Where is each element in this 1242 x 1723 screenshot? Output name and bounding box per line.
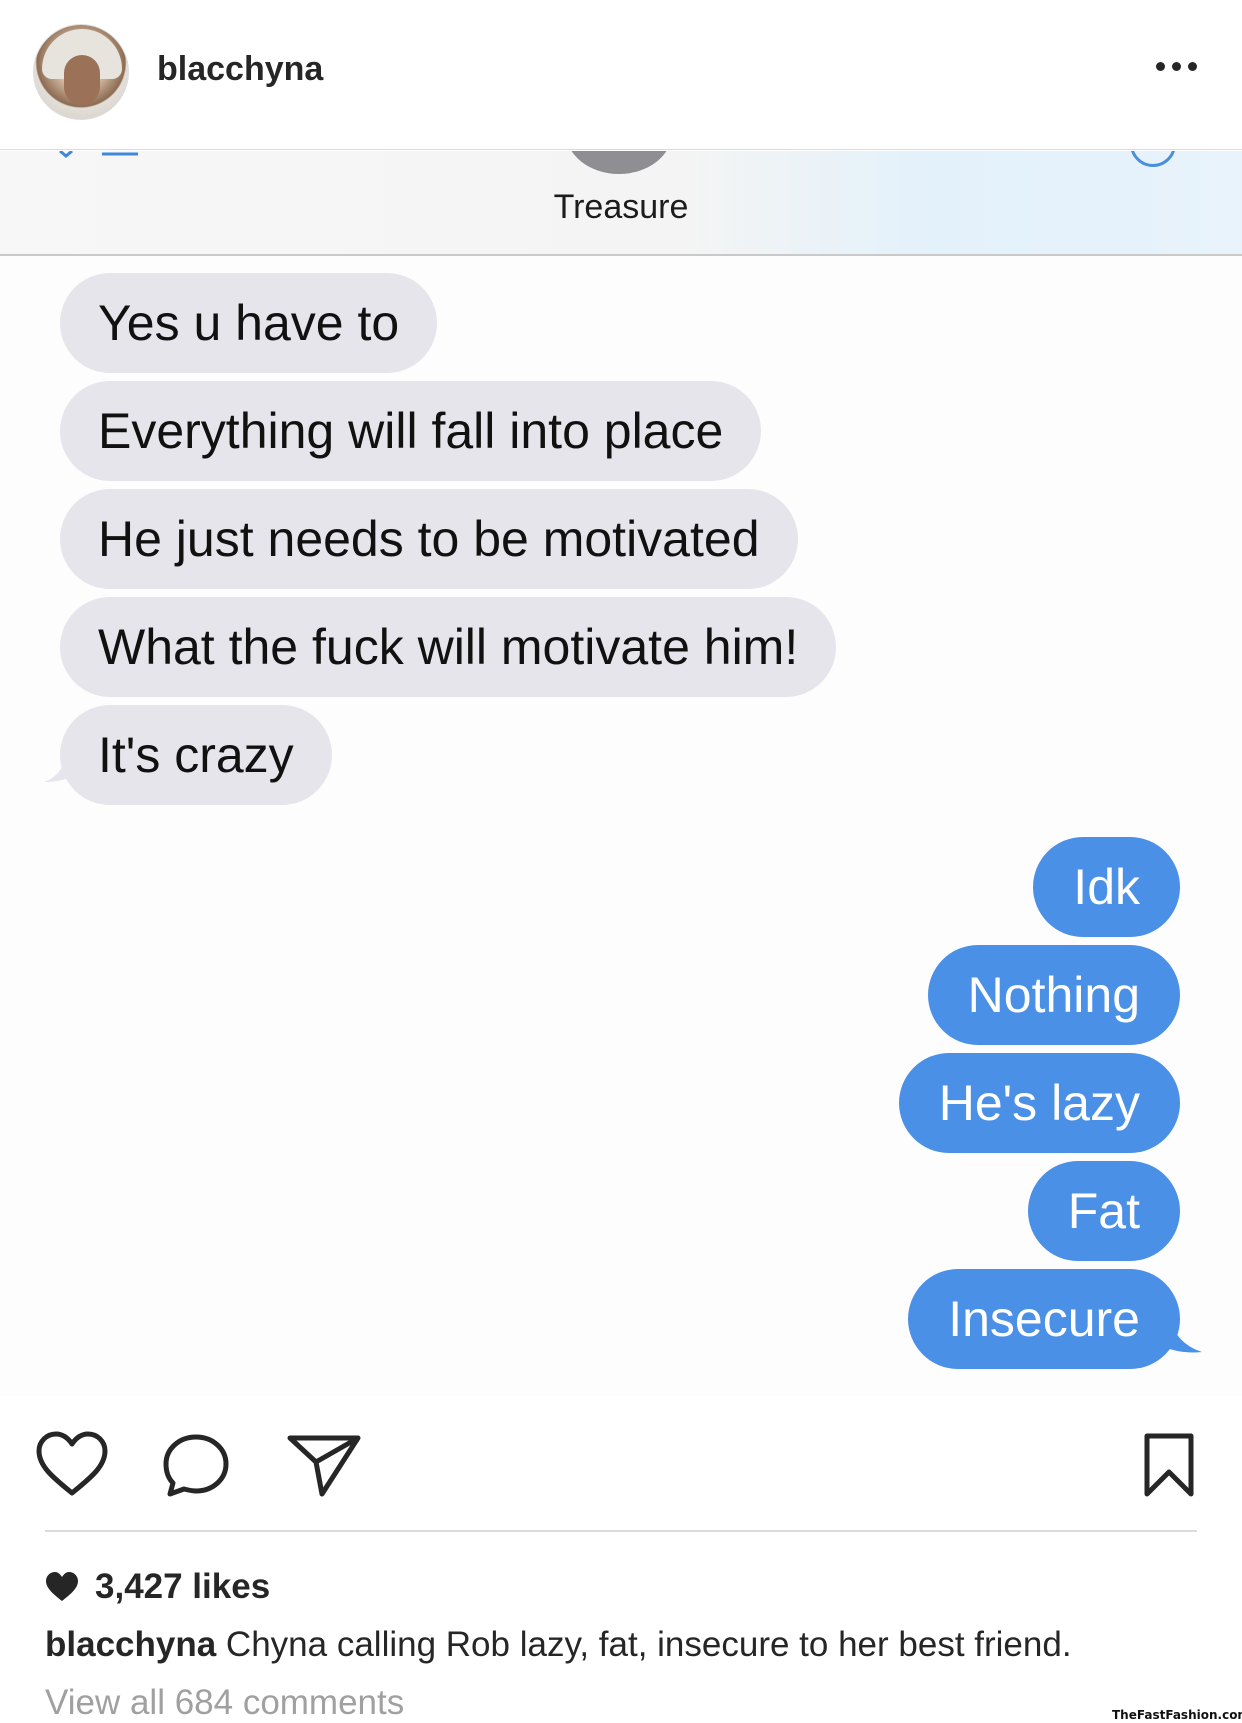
outgoing-message: Insecure xyxy=(908,1269,1180,1369)
contact-name: Treasure xyxy=(553,188,689,226)
post-header: blacchyna xyxy=(0,0,1242,150)
outgoing-bubble-tail xyxy=(1150,1314,1202,1353)
incoming-message: He just needs to be motivated xyxy=(60,489,798,589)
outgoing-message: Idk xyxy=(1033,837,1180,937)
bookmark-icon[interactable] xyxy=(1143,1432,1195,1498)
post-username[interactable]: blacchyna xyxy=(157,50,323,89)
more-horizontal-icon[interactable] xyxy=(1156,62,1198,74)
share-icon[interactable] xyxy=(286,1434,362,1498)
caption-username[interactable]: blacchyna xyxy=(45,1625,216,1664)
info-icon xyxy=(1130,151,1176,167)
likes-count[interactable]: 3,427 likes xyxy=(45,1565,270,1609)
filled-heart-icon xyxy=(46,1572,78,1601)
action-bar xyxy=(0,1396,1242,1531)
outgoing-message: Fat xyxy=(1027,1161,1180,1261)
incoming-bubble-tail xyxy=(44,748,84,782)
incoming-message: What the fuck will motivate him! xyxy=(60,597,837,697)
post-image[interactable]: Treasure Yes u have to Everything will f… xyxy=(0,151,1242,1396)
avatar[interactable] xyxy=(33,24,129,120)
watermark: TheFastFashion.com xyxy=(1112,1708,1242,1722)
likes-text: 3,427 likes xyxy=(95,1567,271,1606)
comment-icon[interactable] xyxy=(162,1433,230,1499)
outgoing-message: Nothing xyxy=(927,945,1180,1045)
incoming-message: Yes u have to xyxy=(60,273,438,373)
incoming-message: Everything will fall into place xyxy=(60,381,762,481)
divider xyxy=(45,1530,1197,1532)
contact-avatar xyxy=(566,151,672,174)
back-chevron-icon xyxy=(59,151,138,158)
caption-text: Chyna calling Rob lazy, fat, insecure to… xyxy=(216,1625,1072,1664)
outgoing-message: He's lazy xyxy=(898,1053,1180,1153)
avatar-face xyxy=(64,55,100,105)
heart-icon[interactable] xyxy=(35,1431,109,1497)
view-all-comments-link[interactable]: View all 684 comments xyxy=(45,1683,404,1723)
caption: blacchyna Chyna calling Rob lazy, fat, i… xyxy=(45,1625,1072,1665)
conversation-header: Treasure xyxy=(0,151,1242,256)
incoming-message: It's crazy xyxy=(60,705,332,805)
